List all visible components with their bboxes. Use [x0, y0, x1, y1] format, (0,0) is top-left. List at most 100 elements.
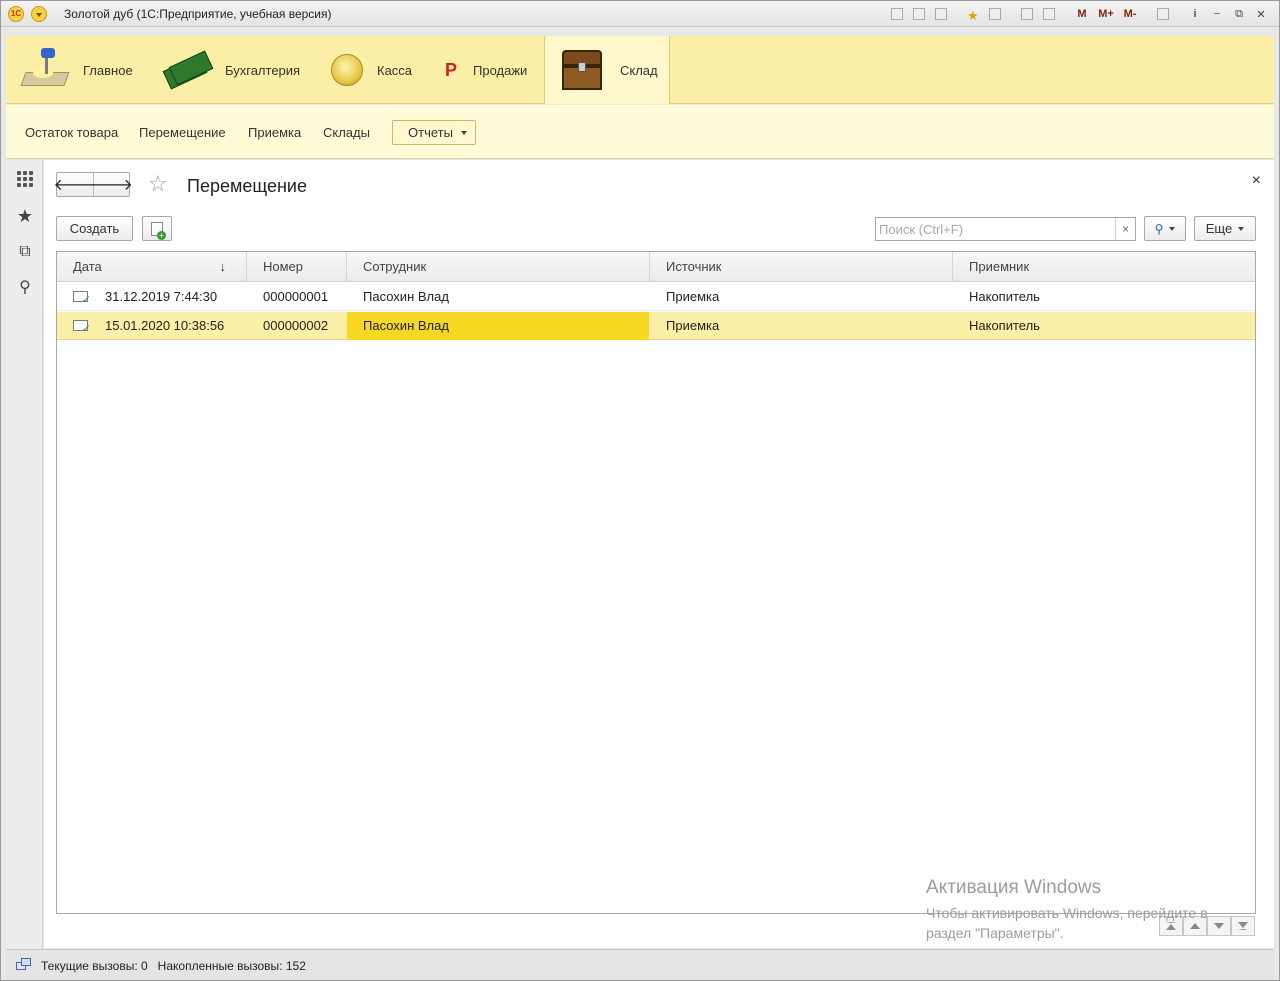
back-arrow-icon[interactable]: 🡐 [54, 173, 97, 196]
link-receipt[interactable]: Приемка [248, 125, 301, 140]
add-favorite-icon[interactable]: ★ [963, 4, 983, 24]
watermark-line2: раздел "Параметры". [926, 925, 1064, 941]
chevron-down-icon [1169, 226, 1176, 231]
window-title: Золотой дуб (1С:Предприятие, учебная вер… [64, 7, 332, 21]
page-title: Перемещение [187, 176, 307, 196]
cell-receiver: Накопитель [969, 318, 1040, 333]
reports-label: Отчеты [408, 125, 453, 140]
menu-grid-icon[interactable] [17, 171, 33, 187]
table-row-selected[interactable]: 15.01.2020 10:38:56 000000002 Пасохин Вл… [57, 312, 1255, 340]
section-label: Склад [620, 62, 658, 78]
restore-icon[interactable]: ⧉ [1229, 4, 1249, 24]
table-header: Дата ↓ Номер Сотрудник Источник Приемник [57, 252, 1255, 282]
search-field: × [875, 217, 1136, 241]
chest-icon [560, 48, 604, 92]
section-label: Бухгалтерия [225, 62, 301, 78]
link-warehouses[interactable]: Склады [323, 125, 370, 140]
section-label: Главное [83, 62, 133, 78]
form-transfer: 🡐 🡒 ☆ Перемещение × Создать × ⚲ Еще Дата [44, 160, 1274, 948]
toolbar-separator [1007, 4, 1015, 24]
calculator-icon[interactable] [1017, 4, 1037, 24]
section-accounting[interactable]: Бухгалтерия [162, 36, 313, 104]
documents-table[interactable]: Дата ↓ Номер Сотрудник Источник Приемник… [56, 251, 1256, 914]
posted-document-icon [73, 291, 91, 306]
cell-date: 31.12.2019 7:44:30 [105, 289, 218, 304]
column-header-date[interactable]: Дата ↓ [57, 252, 247, 282]
link-transfer[interactable]: Перемещение [139, 125, 226, 140]
navigation-buttons: 🡐 🡒 [54, 172, 133, 197]
add-document-icon [151, 221, 166, 240]
link-stock-balance[interactable]: Остаток товара [25, 125, 118, 140]
close-form-icon[interactable]: × [1252, 172, 1261, 190]
column-header-receiver[interactable]: Приемник [953, 252, 1255, 282]
cell-receiver: Накопитель [969, 289, 1040, 304]
column-label: Дата [73, 259, 102, 274]
section-cash[interactable]: Касса [331, 36, 431, 104]
info-icon[interactable]: i [1185, 4, 1205, 24]
magnifier-icon: ⚲ [1154, 221, 1164, 236]
add-to-favorites-star-icon[interactable]: ☆ [148, 173, 168, 195]
section-main[interactable]: Главное [20, 36, 146, 104]
favorites-star-icon[interactable]: ★ [16, 207, 34, 225]
save-icon[interactable] [887, 4, 907, 24]
cell-number: 000000002 [263, 318, 329, 333]
panels-icon[interactable] [1153, 4, 1173, 24]
section-warehouse[interactable]: Склад [544, 36, 670, 104]
scroll-to-bottom-icon[interactable] [1231, 916, 1255, 936]
1c-logo-icon[interactable]: 1С [8, 6, 24, 22]
print-preview-icon[interactable] [931, 4, 951, 24]
print-icon[interactable] [909, 4, 929, 24]
toolbar-separator [1143, 4, 1151, 24]
minimize-icon[interactable]: − [1207, 4, 1227, 24]
server-calls-icon[interactable] [16, 958, 32, 972]
column-header-employee[interactable]: Сотрудник [347, 252, 650, 282]
sections-panel: Главное Бухгалтерия Касса Р Продажи Скла… [6, 36, 1274, 104]
column-header-number[interactable]: Номер [247, 252, 347, 282]
table-row[interactable]: 31.12.2019 7:44:30 000000001 Пасохин Вла… [57, 283, 1255, 311]
toolbar-separator [1175, 4, 1183, 24]
column-header-source[interactable]: Источник [650, 252, 953, 282]
cell-date: 15.01.2020 10:38:56 [105, 318, 225, 333]
watermark-line1: Чтобы активировать Windows, перейдите в [926, 905, 1208, 921]
history-icon[interactable]: ⧉ [16, 243, 34, 261]
reports-dropdown-button[interactable]: Отчеты [392, 120, 476, 145]
calendar-icon[interactable] [1039, 4, 1059, 24]
watermark-title: Активация Windows [926, 877, 1102, 898]
clear-search-icon[interactable]: × [1115, 218, 1135, 240]
posted-document-icon [73, 320, 91, 335]
section-label: Продажи [473, 62, 528, 78]
memory-m-minus-button[interactable]: M- [1119, 4, 1141, 24]
search-input[interactable] [876, 218, 1112, 240]
memory-m-plus-button[interactable]: M+ [1095, 4, 1117, 24]
chevron-down-icon [1238, 226, 1245, 231]
coin-icon [331, 54, 363, 86]
more-button[interactable]: Еще [1194, 216, 1256, 241]
chevron-down-icon [460, 130, 467, 135]
favorites-icon[interactable] [985, 4, 1005, 24]
scroll-down-icon[interactable] [1207, 916, 1231, 936]
close-icon[interactable]: ✕ [1251, 4, 1271, 24]
toolbar-separator [953, 4, 961, 24]
cell-source: Приемка [666, 318, 720, 333]
create-button[interactable]: Создать [56, 216, 133, 241]
status-bar: Текущие вызовы: 0 Накопленные вызовы: 15… [6, 949, 1274, 980]
toolbar-separator [1061, 4, 1069, 24]
cell-employee: Пасохин Влад [363, 289, 449, 304]
cell-employee-current: Пасохин Влад [347, 312, 649, 340]
forward-arrow-icon[interactable]: 🡒 [90, 173, 133, 196]
search-options-button[interactable]: ⚲ [1144, 216, 1186, 241]
cell-source: Приемка [666, 289, 720, 304]
title-toolbar: ★ M M+ M- i − ⧉ ✕ [887, 4, 1271, 24]
search-icon[interactable]: ⚲ [16, 279, 34, 297]
tool-panel: ★ ⧉ ⚲ [6, 160, 43, 948]
cell-number: 000000001 [263, 289, 329, 304]
main-menu-icon[interactable] [31, 6, 47, 22]
title-bar: 1С Золотой дуб (1С:Предприятие, учебная … [1, 1, 1279, 27]
windows-activation-watermark: Активация Windows Чтобы активировать Win… [926, 877, 1208, 943]
copy-document-button[interactable] [142, 216, 172, 241]
section-label: Касса [377, 62, 413, 78]
memory-m-button[interactable]: M [1071, 4, 1093, 24]
section-sales[interactable]: Р Продажи [445, 36, 540, 104]
more-label: Еще [1205, 221, 1233, 236]
ruble-icon: Р [445, 59, 458, 80]
